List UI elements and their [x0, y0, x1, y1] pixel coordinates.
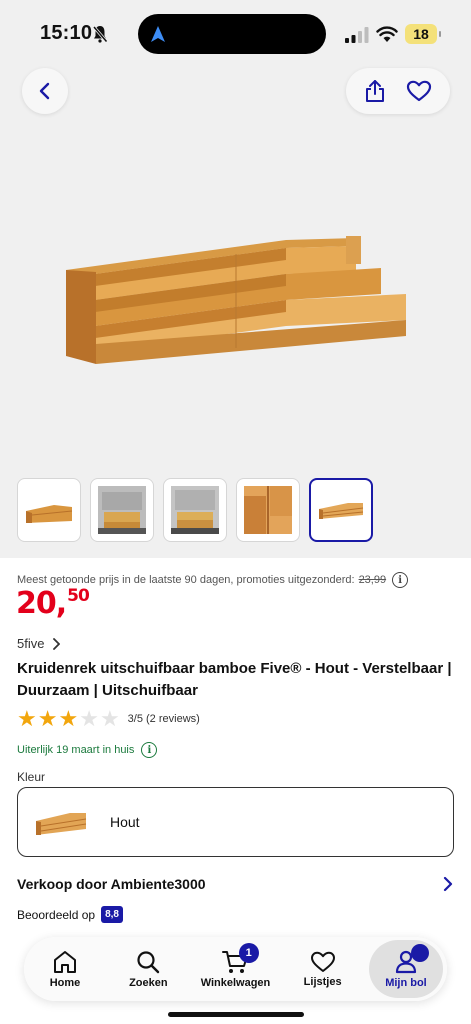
info-icon[interactable]: i: [392, 572, 409, 588]
star-filled-icon: ★: [17, 706, 37, 731]
tab-label: Home: [49, 977, 81, 989]
seller-score-badge: 8,8: [101, 906, 123, 923]
rating-stars: ★ ★ ★ ★ ★: [17, 708, 120, 730]
heart-icon: [310, 951, 335, 972]
battery-indicator: 18: [405, 24, 441, 44]
seller-rating: Beoordeeld op 8,8: [17, 906, 123, 923]
tab-search[interactable]: Zoeken: [111, 940, 185, 998]
star-empty-icon: ★: [79, 706, 99, 731]
home-icon: [54, 951, 76, 973]
delivery-info: Uiterlijk 19 maart in huis i: [17, 742, 158, 758]
thumbnail-strip: [17, 478, 373, 542]
wifi-icon: [376, 26, 398, 42]
brand-name: 5five: [17, 636, 45, 651]
chevron-right-icon: [53, 637, 61, 650]
thumb-rack-image: [26, 505, 73, 523]
tab-cart[interactable]: 1 Winkelwagen: [195, 940, 277, 998]
rated-label: Beoordeeld op: [17, 907, 96, 922]
color-value: Hout: [110, 814, 140, 830]
wishlist-button[interactable]: [406, 80, 432, 102]
chevron-left-icon: [39, 82, 50, 100]
cart-count-badge: 1: [238, 943, 259, 963]
thumb-cabinet-image: [171, 486, 219, 534]
color-label: Kleur: [17, 770, 46, 784]
status-bar: 15:10 18: [0, 0, 471, 64]
rating[interactable]: ★ ★ ★ ★ ★ 3/5 (2 reviews): [17, 708, 200, 730]
search-icon: [137, 951, 160, 974]
thumb-rack-front[interactable]: [17, 478, 81, 542]
info-icon[interactable]: i: [141, 742, 158, 758]
product-gallery[interactable]: [0, 124, 471, 558]
star-empty-icon: ★: [99, 706, 120, 731]
thumb-rack-in-cabinet-2[interactable]: [163, 478, 227, 542]
thumb-rack-image: [319, 503, 364, 519]
dynamic-island: [138, 14, 326, 54]
bamboo-spice-rack-image[interactable]: [56, 224, 416, 374]
tab-label: Lijstjes: [303, 976, 342, 988]
brand-link[interactable]: 5five: [17, 636, 61, 651]
chevron-right-icon: [443, 876, 453, 892]
star-filled-icon: ★: [58, 706, 79, 731]
bottom-tab-bar: Home Zoeken 1 Winkelwagen Lijstjes Mijn …: [24, 937, 447, 1001]
product-title: Kruidenrek uitschuifbaar bamboe Five® - …: [17, 660, 452, 699]
tab-my-bol[interactable]: Mijn bol: [368, 940, 443, 998]
top-nav: [0, 64, 471, 124]
color-option-card[interactable]: Hout: [17, 787, 454, 857]
tab-lists[interactable]: Lijstjes: [286, 940, 360, 998]
price: 20,50: [16, 586, 90, 621]
star-filled-icon: ★: [37, 706, 58, 731]
color-swatch-image: [36, 813, 87, 835]
share-button[interactable]: [364, 79, 386, 103]
tab-label: Winkelwagen: [200, 977, 271, 989]
bell-off-icon: [92, 26, 108, 43]
seller-label: Verkoop door Ambiente3000: [17, 876, 206, 892]
price-note-text: Meest getoonde prijs in de laatste 90 da…: [17, 574, 355, 586]
tab-label: Mijn bol: [385, 977, 427, 989]
thumb-rack-in-cabinet-1[interactable]: [90, 478, 154, 542]
seller-row[interactable]: Verkoop door Ambiente3000: [17, 876, 454, 892]
delivery-text: Uiterlijk 19 maart in huis: [17, 744, 135, 756]
share-icon: [366, 80, 384, 102]
thumb-cabinet-image: [98, 486, 146, 534]
thumb-rack-angled[interactable]: [309, 478, 373, 542]
thumb-detail-image: [244, 486, 292, 534]
location-arrow-icon: [151, 26, 165, 42]
action-pill: [346, 68, 450, 114]
rating-text: 3/5 (2 reviews): [127, 713, 200, 725]
price-euros: 20,: [16, 586, 67, 621]
price-cents: 50: [67, 586, 90, 606]
notification-dot: [410, 944, 429, 962]
status-time: 15:10: [40, 22, 93, 44]
signal-icon: [345, 27, 369, 43]
old-price: 23,99: [358, 574, 387, 586]
home-indicator: [168, 1012, 304, 1017]
tab-home[interactable]: Home: [28, 940, 102, 998]
thumb-rack-detail[interactable]: [236, 478, 300, 542]
heart-icon: [406, 80, 432, 102]
tab-label: Zoeken: [129, 977, 168, 989]
back-button[interactable]: [22, 68, 68, 114]
